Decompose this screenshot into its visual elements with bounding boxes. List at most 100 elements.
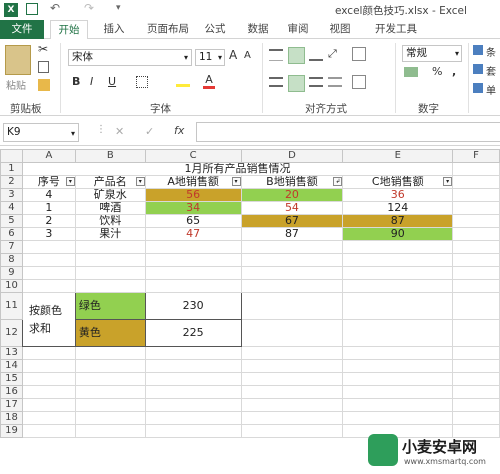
tab-view[interactable]: 视图 [325, 20, 355, 39]
cell[interactable] [452, 292, 500, 320]
format-as-table-button[interactable]: 套 [486, 63, 496, 78]
cell[interactable] [452, 398, 500, 412]
cell[interactable] [144, 253, 242, 267]
cell-styles-button[interactable]: 单 [486, 82, 496, 97]
column-header[interactable]: D [240, 149, 344, 163]
cell[interactable] [144, 240, 242, 254]
format-painter-icon[interactable] [38, 79, 50, 91]
tab-home[interactable]: 开始 [50, 20, 88, 40]
filter-dropdown-icon[interactable]: ▾ [65, 177, 75, 186]
sheet-title-cell[interactable]: 1月所有产品销售情况 [21, 162, 454, 176]
format-as-table-icon[interactable] [473, 64, 483, 74]
cell[interactable] [144, 385, 242, 399]
cell[interactable]: 36 [342, 188, 454, 202]
cell[interactable] [240, 398, 344, 412]
cell[interactable] [144, 279, 242, 293]
cell[interactable] [452, 227, 500, 241]
cell[interactable] [74, 398, 146, 412]
cell[interactable] [74, 372, 146, 386]
cell[interactable] [144, 372, 242, 386]
row-header[interactable]: 7 [0, 240, 23, 254]
cell[interactable]: 47 [144, 227, 242, 241]
cell[interactable] [342, 372, 454, 386]
cell[interactable] [144, 424, 242, 438]
cell[interactable] [21, 253, 76, 267]
cell[interactable]: 54 [240, 201, 344, 215]
insert-function-icon[interactable]: fx [174, 124, 184, 137]
customize-qat-icon[interactable]: ▾ [116, 3, 121, 13]
cell[interactable] [452, 359, 500, 373]
sheet-table[interactable]: A B C D E F 1 1月所有产品销售情况 2 序号 ▾ 产品名 ▾ A地销售… [0, 149, 500, 438]
cell[interactable] [74, 240, 146, 254]
cell[interactable] [342, 411, 454, 425]
cell[interactable] [74, 385, 146, 399]
tab-file[interactable]: 文件 [0, 20, 44, 39]
align-top-icon[interactable] [269, 49, 283, 61]
cell[interactable] [74, 424, 146, 438]
cell[interactable] [342, 292, 454, 320]
cell[interactable]: 20 [240, 188, 344, 202]
cell[interactable]: 2 [21, 214, 76, 228]
filter-dropdown-icon[interactable]: ▾ [231, 177, 241, 186]
cancel-icon[interactable]: ✕ [115, 125, 124, 138]
cell[interactable]: 67 [240, 214, 344, 228]
paste-button[interactable]: 粘贴 [6, 77, 26, 92]
row-header[interactable]: 17 [0, 398, 23, 412]
cell[interactable] [342, 319, 454, 347]
more-icon[interactable]: ⋮ [96, 124, 106, 135]
cell[interactable] [240, 253, 344, 267]
cell[interactable] [452, 385, 500, 399]
cell[interactable] [21, 424, 76, 438]
align-bottom-icon[interactable] [309, 49, 323, 61]
cell[interactable] [21, 279, 76, 293]
cell[interactable]: 124 [342, 201, 454, 215]
cell[interactable] [21, 359, 76, 373]
cell[interactable] [452, 346, 500, 360]
cell[interactable] [240, 266, 344, 280]
font-name-select[interactable]: 宋体 ▾ [68, 49, 192, 66]
underline-button[interactable]: U [108, 75, 116, 88]
cell[interactable] [342, 253, 454, 267]
cell[interactable] [21, 346, 76, 360]
indent-icon[interactable] [328, 77, 342, 87]
filter-dropdown-icon[interactable]: ▾ [443, 177, 452, 186]
sum-value-cell[interactable]: 230 [144, 292, 242, 320]
cell[interactable] [21, 372, 76, 386]
undo-icon[interactable]: ↶ [50, 1, 60, 15]
column-header[interactable]: E [342, 149, 454, 163]
cell[interactable] [21, 385, 76, 399]
cell[interactable] [144, 359, 242, 373]
cell[interactable] [240, 346, 344, 360]
column-header[interactable]: A [21, 149, 76, 163]
cut-icon[interactable]: ✂ [38, 42, 48, 56]
cell[interactable] [452, 253, 500, 267]
row-header[interactable]: 4 [0, 201, 23, 215]
row-header[interactable]: 15 [0, 372, 23, 386]
row-header[interactable]: 18 [0, 411, 23, 425]
cell[interactable] [21, 266, 76, 280]
conditional-formatting-button[interactable]: 条 [486, 44, 496, 59]
copy-icon[interactable] [38, 61, 49, 73]
cell[interactable] [74, 346, 146, 360]
grow-font-button[interactable]: A [229, 48, 237, 62]
italic-button[interactable]: I [90, 75, 93, 88]
sum-value-cell[interactable]: 225 [144, 319, 242, 347]
cell[interactable]: 56 [144, 188, 242, 202]
cell[interactable] [452, 201, 500, 215]
row-header[interactable]: 6 [0, 227, 23, 241]
tab-developer[interactable]: 开发工具 [368, 20, 424, 39]
align-middle-icon[interactable] [288, 47, 305, 64]
orientation-icon[interactable]: ⤢ [328, 47, 337, 61]
tab-page-layout[interactable]: 页面布局 [140, 20, 196, 39]
fill-color-icon[interactable] [176, 75, 190, 87]
cell[interactable] [342, 359, 454, 373]
row-header[interactable]: 8 [0, 253, 23, 267]
cell[interactable] [21, 398, 76, 412]
tab-review[interactable]: 审阅 [283, 20, 313, 39]
bold-button[interactable]: B [72, 75, 80, 88]
tab-formulas[interactable]: 公式 [200, 20, 230, 39]
cell[interactable]: 1 [21, 201, 76, 215]
color-label-cell[interactable]: 绿色 [74, 292, 146, 320]
percent-button[interactable]: % [432, 65, 442, 78]
cell[interactable] [21, 411, 76, 425]
